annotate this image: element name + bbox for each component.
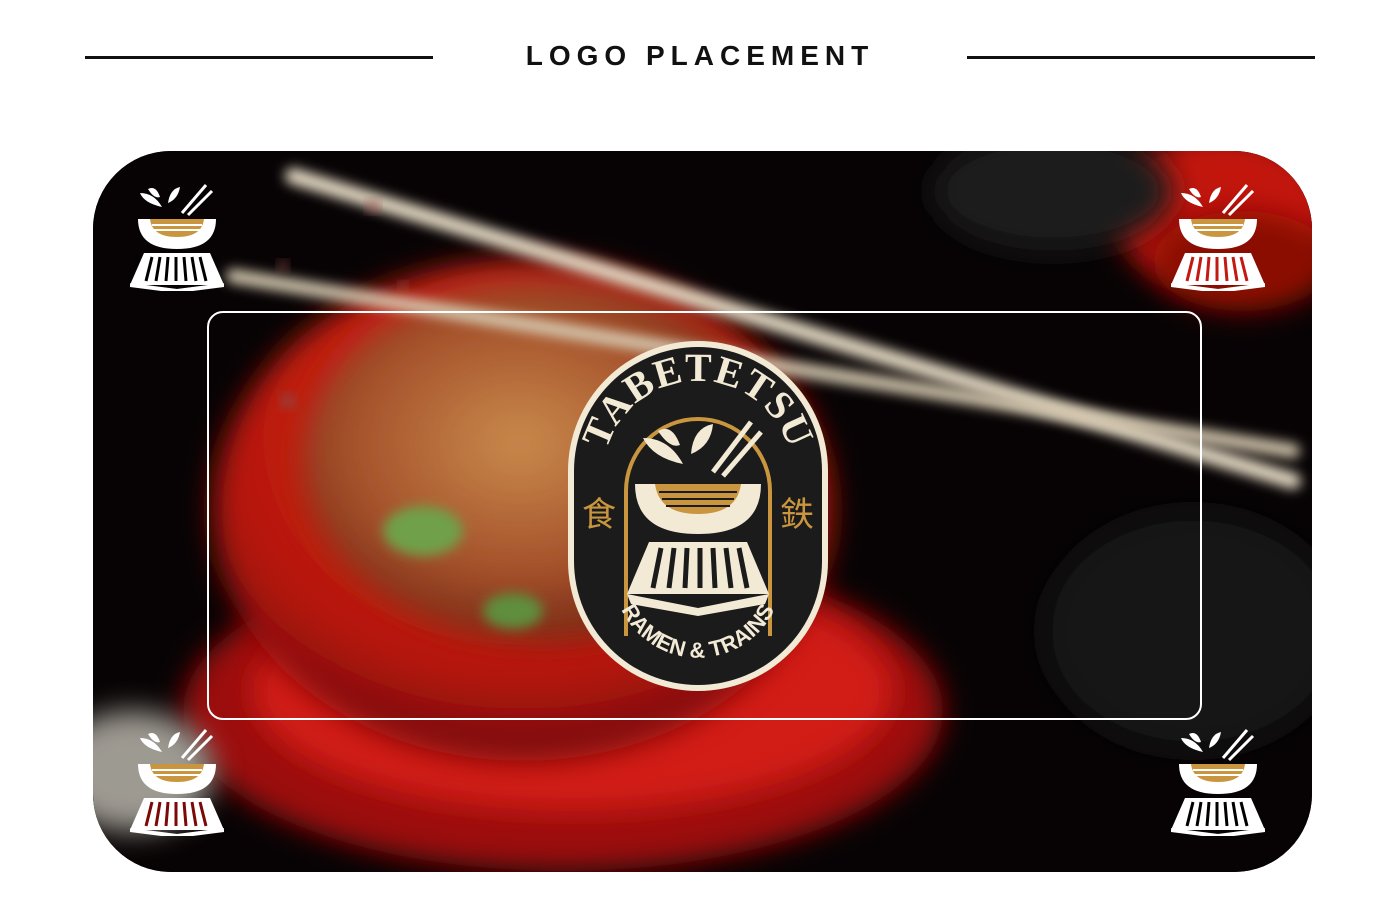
page-title: LOGO PLACEMENT — [525, 40, 875, 71]
tabetetsu-badge-logo: TABETETSU 食 鉄 RAMEN & TRAINS — [568, 341, 828, 691]
logo-mockup-card: TABETETSU 食 鉄 RAMEN & TRAINS — [93, 151, 1312, 872]
ramen-train-icon — [1171, 184, 1265, 291]
kanji-left: 食 — [582, 495, 616, 535]
ramen-train-icon — [130, 184, 224, 291]
header-line-left — [85, 56, 433, 59]
header-line-right — [967, 56, 1315, 59]
ramen-train-icon — [1171, 729, 1265, 836]
ramen-train-icon — [130, 729, 224, 836]
kanji-right: 鉄 — [780, 495, 814, 535]
